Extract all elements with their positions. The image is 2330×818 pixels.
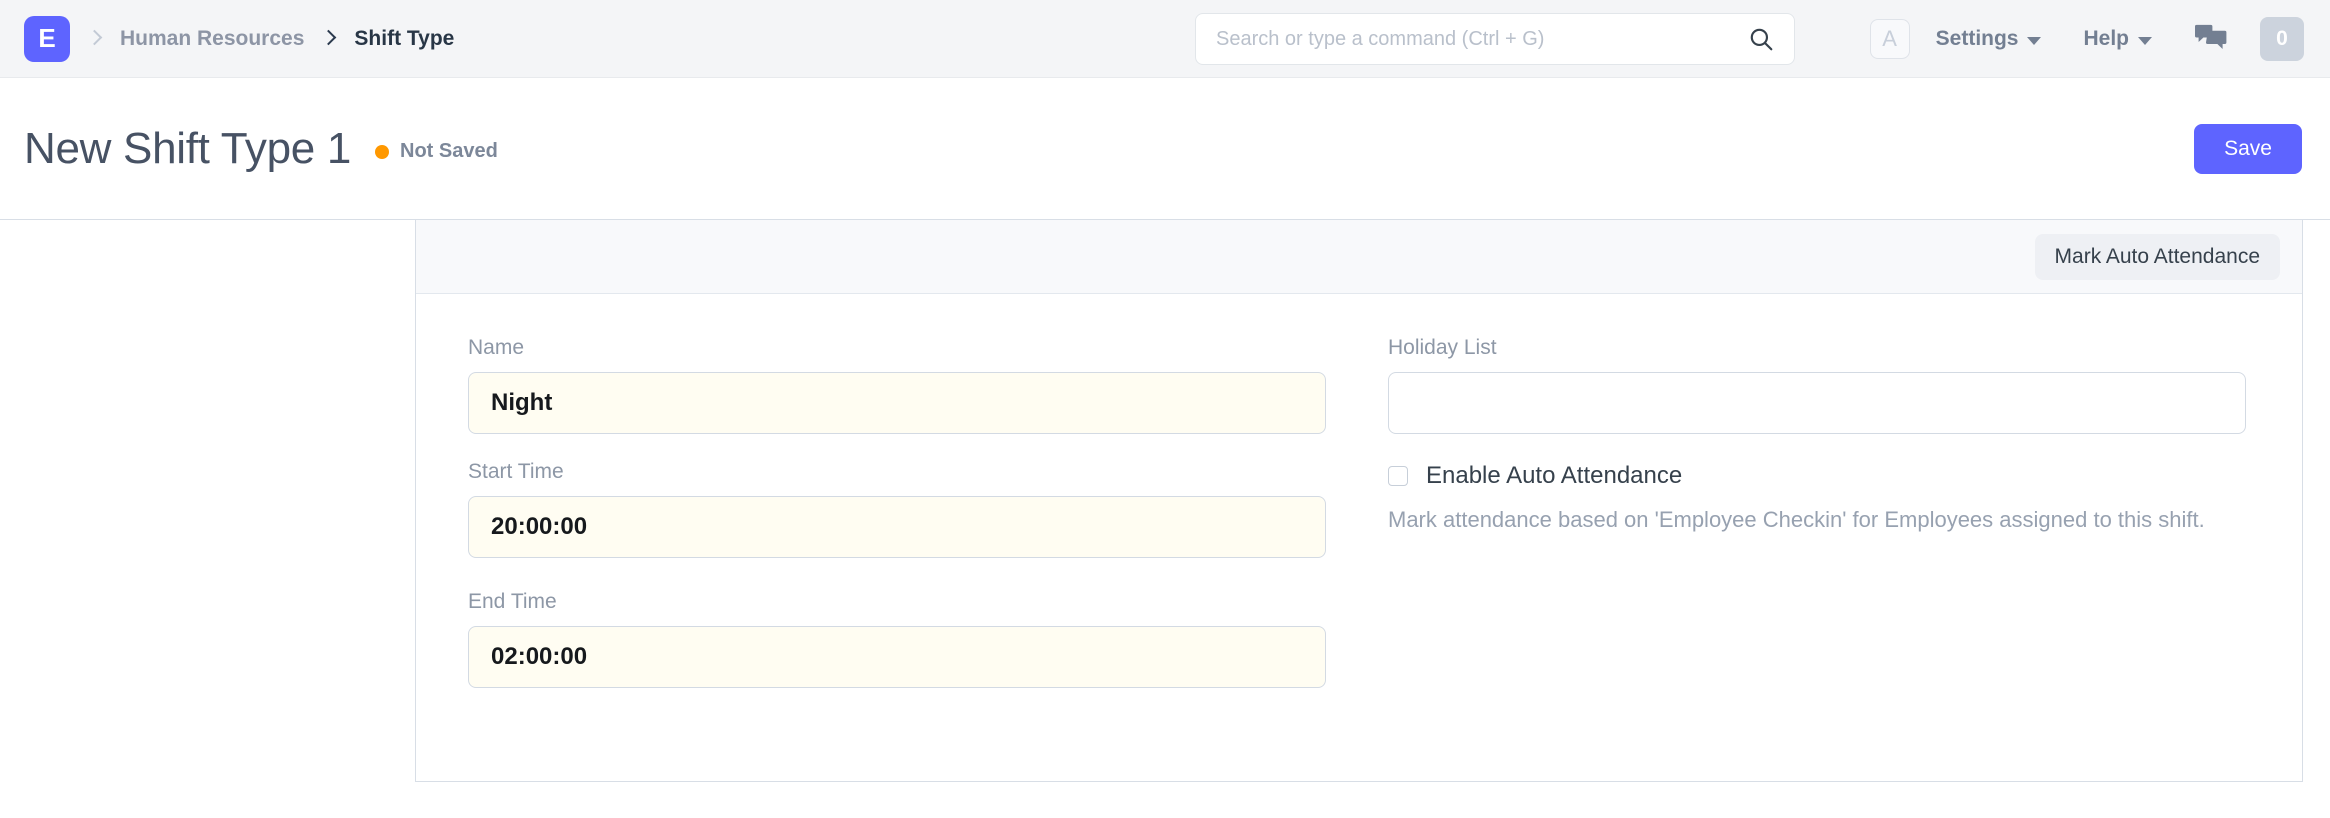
field-label-end-time: End Time — [468, 590, 557, 613]
form-column-left: Name Start Time End Time — [468, 336, 1326, 720]
status-dot-icon — [375, 144, 390, 159]
field-end-time: End Time — [468, 590, 1326, 688]
field-start-time: Start Time — [468, 460, 1326, 558]
avatar[interactable]: A — [1869, 19, 1910, 59]
enable-auto-attendance-checkbox[interactable] — [1388, 466, 1408, 486]
help-menu-label: Help — [2083, 27, 2129, 50]
page-title: New Shift Type 1 — [24, 123, 352, 173]
chevron-down-icon — [2027, 36, 2042, 45]
chevron-right-icon — [84, 28, 106, 50]
help-menu[interactable]: Help — [2083, 27, 2152, 51]
search-icon[interactable] — [1748, 26, 1774, 52]
status-badge: Not Saved — [375, 140, 498, 163]
notification-count-badge[interactable]: 0 — [2260, 17, 2304, 61]
field-holiday-list: Holiday List — [1388, 336, 2246, 434]
form-column-right: Holiday List Enable Auto Attendance Mark… — [1388, 336, 2246, 720]
global-search — [1195, 13, 1795, 65]
breadcrumb-item-human-resources[interactable]: Human Resources — [120, 27, 304, 51]
app-logo[interactable]: E — [24, 15, 70, 62]
top-navbar: E Human Resources Shift Type A Settings … — [0, 0, 2330, 78]
form-toolbar: Mark Auto Attendance — [416, 220, 2302, 294]
enable-auto-attendance-label[interactable]: Enable Auto Attendance — [1426, 460, 1682, 492]
mark-auto-attendance-button[interactable]: Mark Auto Attendance — [2034, 233, 2280, 280]
settings-menu-label: Settings — [1935, 27, 2019, 50]
field-label-holiday-list: Holiday List — [1388, 336, 1497, 359]
settings-menu[interactable]: Settings — [1936, 27, 2042, 51]
field-label-start-time: Start Time — [468, 460, 564, 483]
form-card: Mark Auto Attendance Name Start Time End… — [415, 220, 2303, 782]
chevron-down-icon — [2138, 36, 2152, 45]
comments-icon[interactable] — [2194, 24, 2228, 54]
page-body: Mark Auto Attendance Name Start Time End… — [0, 220, 2330, 818]
end-time-input[interactable] — [468, 626, 1326, 688]
search-box[interactable] — [1195, 13, 1795, 65]
field-enable-auto-attendance: Enable Auto Attendance — [1388, 460, 2246, 492]
field-name: Name — [468, 336, 1326, 434]
enable-auto-attendance-help-text: Mark attendance based on 'Employee Check… — [1388, 507, 2205, 533]
navbar-actions: A Settings Help 0 — [1869, 0, 2304, 78]
breadcrumb-item-shift-type[interactable]: Shift Type — [354, 27, 454, 51]
save-button[interactable]: Save — [2194, 123, 2302, 174]
form-grid: Name Start Time End Time Holiday List — [416, 294, 2302, 720]
page-header: New Shift Type 1 Not Saved Save — [0, 78, 2330, 220]
chevron-right-icon — [318, 28, 340, 50]
name-input[interactable] — [468, 372, 1326, 434]
start-time-input[interactable] — [468, 496, 1326, 558]
search-input[interactable] — [1216, 27, 1748, 51]
status-badge-label: Not Saved — [400, 140, 498, 162]
page-title-row: New Shift Type 1 Not Saved — [24, 124, 498, 174]
holiday-list-input[interactable] — [1388, 372, 2246, 434]
breadcrumb: E Human Resources Shift Type — [24, 15, 454, 62]
field-label-name: Name — [468, 336, 525, 359]
